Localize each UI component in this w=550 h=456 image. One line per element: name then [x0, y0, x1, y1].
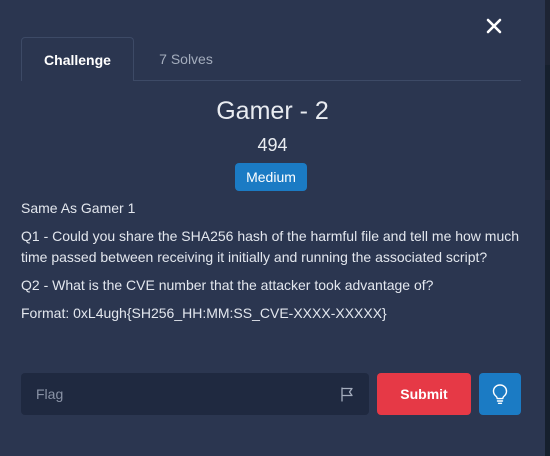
backdrop-edge — [545, 180, 550, 200]
close-button[interactable] — [482, 14, 506, 38]
tab-solves-label: 7 Solves — [159, 51, 213, 67]
backdrop-edge — [545, 0, 550, 65]
tab-challenge-label: Challenge — [44, 51, 111, 68]
hint-button[interactable] — [479, 373, 521, 415]
difficulty-badge: Medium — [235, 163, 307, 191]
challenge-modal: Challenge 7 Solves Gamer - 2 494 Medium … — [0, 0, 545, 456]
tab-bar: Challenge 7 Solves — [21, 37, 521, 81]
tab-solves[interactable]: 7 Solves — [141, 37, 231, 81]
tab-challenge[interactable]: Challenge — [21, 37, 134, 81]
submit-button[interactable]: Submit — [377, 373, 471, 415]
challenge-description: Same As Gamer 1 Q1 - Could you share the… — [21, 198, 526, 331]
close-icon — [486, 18, 502, 34]
flag-icon — [339, 386, 355, 402]
description-line: Format: 0xL4ugh{SH256_HH:MM:SS_CVE-XXXX-… — [21, 305, 387, 321]
lightbulb-icon — [492, 384, 508, 404]
challenge-points: 494 — [257, 135, 288, 155]
backdrop-edge — [545, 65, 550, 180]
flag-input[interactable] — [21, 373, 331, 415]
backdrop-edge — [545, 200, 550, 456]
challenge-title: Gamer - 2 — [216, 97, 329, 125]
flag-field — [21, 373, 369, 415]
description-line: Q1 - Could you share the SHA256 hash of … — [21, 228, 520, 265]
description-line: Q2 - What is the CVE number that the att… — [21, 277, 434, 293]
description-line: Same As Gamer 1 — [21, 200, 136, 216]
